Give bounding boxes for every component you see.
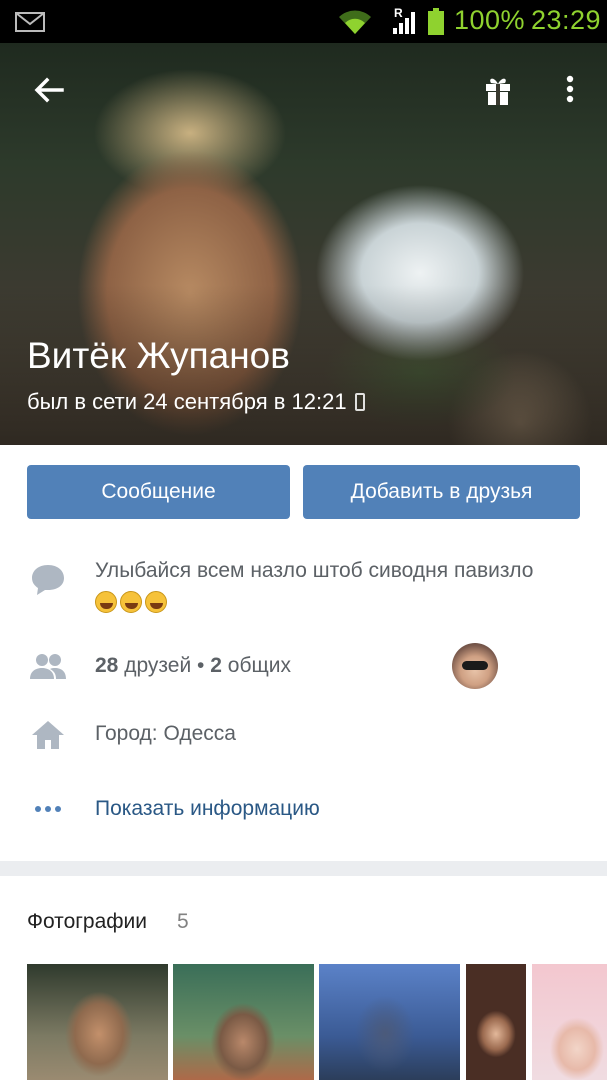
profile-name: Витёк Жупанов: [27, 335, 290, 376]
more-vert-icon[interactable]: [552, 71, 592, 111]
battery-icon: [428, 8, 444, 35]
battery-percent: 100%: [454, 5, 526, 35]
status-text-content: Улыбайся всем назло штоб сиводня павизло: [95, 559, 534, 582]
photos-count: 5: [177, 910, 189, 933]
friends-label: друзей: [124, 654, 192, 677]
signal-icon: [393, 12, 415, 34]
add-friend-button[interactable]: Добавить в друзья: [303, 465, 580, 519]
photo-thumb[interactable]: [27, 964, 168, 1080]
mutual-label: общих: [227, 654, 291, 677]
clock: 23:29: [531, 5, 602, 35]
friends-text: 28 друзей • 2 общих: [95, 650, 291, 682]
mobile-icon: [354, 393, 365, 411]
separator: •: [197, 654, 205, 677]
emoji-group: [95, 591, 170, 614]
grin-emoji-icon: [145, 591, 167, 613]
photo-thumb[interactable]: [532, 964, 607, 1080]
gift-icon[interactable]: [478, 71, 518, 111]
comment-icon: [32, 565, 64, 595]
mutual-count: 2: [210, 654, 222, 677]
mutual-friend-avatar[interactable]: [452, 643, 498, 689]
home-icon: [32, 721, 64, 749]
status-text: Улыбайся всем назло штоб сиводня павизло: [95, 555, 535, 619]
city-text: Город: Одесса: [95, 722, 236, 745]
show-info-link[interactable]: Показать информацию: [95, 793, 320, 825]
wifi-icon: [339, 10, 371, 34]
last-seen: был в сети 24 сентября в 12:21: [27, 389, 365, 415]
back-arrow-icon[interactable]: [28, 71, 68, 111]
dots-icon: [35, 806, 61, 812]
friends-count: 28: [95, 654, 119, 677]
mail-icon: [15, 12, 45, 32]
photos-title[interactable]: Фотографии: [27, 910, 147, 934]
last-seen-text: был в сети 24 сентября в 12:21: [27, 389, 347, 414]
profile-cover[interactable]: Витёк Жупанов был в сети 24 сентября в 1…: [0, 43, 607, 445]
photo-thumb[interactable]: [319, 964, 460, 1080]
grin-emoji-icon: [120, 591, 142, 613]
profile-info-card: Сообщение Добавить в друзья Улыбайся все…: [0, 445, 607, 861]
status-bar: R 100% 23:29: [0, 0, 607, 43]
photo-thumb[interactable]: [173, 964, 314, 1080]
photos-card: Фотографии 5: [0, 876, 607, 1080]
message-button[interactable]: Сообщение: [27, 465, 290, 519]
people-icon: [30, 654, 66, 679]
grin-emoji-icon: [95, 591, 117, 613]
photo-thumb[interactable]: [466, 964, 526, 1080]
